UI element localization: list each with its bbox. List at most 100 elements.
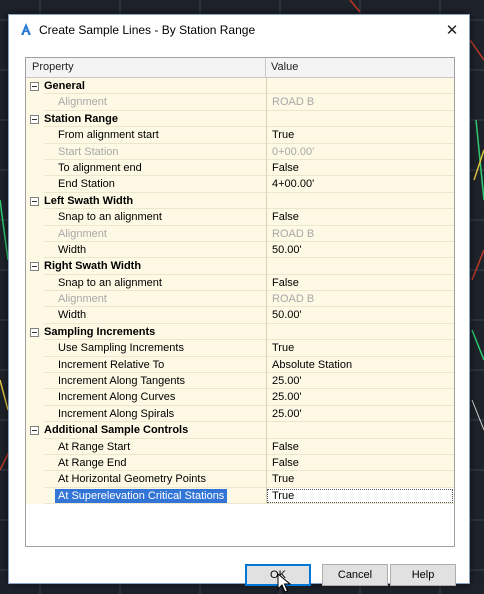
property-value[interactable]: 50.00' — [266, 307, 454, 324]
property-row[interactable]: Alignment ROAD B — [26, 225, 454, 242]
property-value: ROAD B — [266, 225, 454, 242]
property-name: Increment Along Spirals — [44, 405, 266, 423]
property-name: End Station — [44, 176, 266, 193]
property-value[interactable]: 50.00' — [266, 241, 454, 259]
property-row[interactable]: At Range End False — [26, 454, 454, 472]
property-name: Width — [44, 307, 266, 324]
window-title: Create Sample Lines - By Station Range — [39, 23, 256, 37]
property-name: Snap to an alignment — [44, 274, 266, 292]
property-name: Use Sampling Increments — [44, 340, 266, 357]
help-button[interactable]: Help — [390, 564, 456, 586]
row-gutter — [26, 110, 44, 128]
property-row[interactable]: Snap to an alignment False — [26, 209, 454, 226]
category-value-cell — [266, 192, 454, 210]
category-label: Station Range — [44, 110, 266, 128]
property-value[interactable]: Absolute Station — [266, 356, 454, 374]
mouse-cursor-icon — [277, 573, 291, 593]
row-gutter — [26, 274, 44, 292]
category-label: Additional Sample Controls — [44, 422, 266, 439]
property-value[interactable]: True — [266, 487, 454, 505]
property-row[interactable]: Alignment ROAD B — [26, 291, 454, 308]
row-gutter — [26, 389, 44, 406]
row-gutter — [26, 454, 44, 472]
property-value[interactable]: False — [266, 274, 454, 292]
property-row[interactable]: Alignment ROAD B — [26, 94, 454, 111]
property-category-row[interactable]: Station Range — [26, 110, 454, 128]
category-label: Right Swath Width — [44, 258, 266, 275]
collapse-minus-icon[interactable] — [30, 82, 39, 91]
property-row[interactable]: To alignment end False — [26, 159, 454, 177]
category-value-cell — [266, 422, 454, 439]
row-gutter — [26, 487, 44, 505]
property-row[interactable]: Use Sampling Increments True — [26, 340, 454, 357]
row-gutter — [26, 225, 44, 242]
property-row[interactable]: Width 50.00' — [26, 307, 454, 324]
property-value[interactable]: True — [266, 471, 454, 488]
collapse-minus-icon[interactable] — [30, 114, 39, 124]
property-name: Alignment — [44, 94, 266, 111]
create-sample-lines-dialog: Create Sample Lines - By Station Range ✕… — [8, 14, 470, 593]
property-row[interactable]: Start Station 0+00.00' — [26, 143, 454, 160]
row-gutter — [26, 209, 44, 226]
property-category-row[interactable]: General — [26, 78, 454, 95]
property-value[interactable]: False — [266, 438, 454, 455]
property-row[interactable]: At Range Start False — [26, 438, 454, 455]
property-row[interactable]: Increment Along Spirals 25.00' — [26, 405, 454, 423]
property-row[interactable]: At Horizontal Geometry Points True — [26, 471, 454, 488]
property-rows: General Alignment ROAD B Station Range From … — [26, 78, 454, 505]
row-gutter — [26, 176, 44, 193]
property-value[interactable]: False — [266, 454, 454, 472]
collapse-minus-icon[interactable] — [30, 196, 39, 206]
property-value[interactable]: 25.00' — [266, 373, 454, 390]
category-value-cell — [266, 110, 454, 128]
category-label: General — [44, 78, 266, 95]
property-category-row[interactable]: Left Swath Width — [26, 192, 454, 210]
property-row[interactable]: Increment Along Tangents 25.00' — [26, 373, 454, 390]
column-header-property[interactable]: Property — [26, 58, 266, 77]
row-gutter — [26, 159, 44, 177]
property-name: From alignment start — [44, 127, 266, 144]
collapse-minus-icon[interactable] — [30, 426, 39, 436]
property-value[interactable]: 25.00' — [266, 405, 454, 423]
property-name: Increment Along Curves — [44, 389, 266, 406]
category-value-cell — [266, 258, 454, 275]
property-row[interactable]: Snap to an alignment False — [26, 274, 454, 292]
property-value[interactable]: False — [266, 159, 454, 177]
property-value[interactable]: False — [266, 209, 454, 226]
collapse-minus-icon[interactable] — [30, 262, 39, 272]
property-row[interactable]: From alignment start True — [26, 127, 454, 144]
property-value[interactable]: True — [266, 340, 454, 357]
property-row[interactable]: End Station 4+00.00' — [26, 176, 454, 193]
column-header-value[interactable]: Value — [266, 58, 454, 77]
property-name: Width — [44, 241, 266, 259]
category-label: Sampling Increments — [44, 323, 266, 341]
property-category-row[interactable]: Sampling Increments — [26, 323, 454, 341]
property-category-row[interactable]: Additional Sample Controls — [26, 422, 454, 439]
row-gutter — [26, 471, 44, 488]
property-name: At Range End — [44, 454, 266, 472]
property-name: Alignment — [44, 291, 266, 308]
property-value[interactable]: 25.00' — [266, 389, 454, 406]
row-gutter — [26, 127, 44, 144]
row-gutter — [26, 192, 44, 210]
close-button[interactable]: ✕ — [435, 15, 469, 45]
property-category-row[interactable]: Right Swath Width — [26, 258, 454, 275]
property-name: At Horizontal Geometry Points — [44, 471, 266, 488]
property-row[interactable]: At Superelevation Critical Stations True — [26, 487, 454, 505]
collapse-minus-icon[interactable] — [30, 327, 39, 337]
row-gutter — [26, 422, 44, 439]
property-value[interactable]: 4+00.00' — [266, 176, 454, 193]
property-row[interactable]: Increment Along Curves 25.00' — [26, 389, 454, 406]
selected-property-name: At Superelevation Critical Stations — [55, 488, 228, 503]
close-icon: ✕ — [445, 22, 459, 39]
property-grid[interactable]: Property Value General Alignment ROAD B Sta… — [25, 57, 455, 547]
title-bar[interactable]: Create Sample Lines - By Station Range ✕ — [9, 15, 469, 45]
property-name: Start Station — [44, 143, 266, 160]
cancel-button[interactable]: Cancel — [322, 564, 388, 586]
row-gutter — [26, 405, 44, 423]
category-label: Left Swath Width — [44, 192, 266, 210]
row-gutter — [26, 356, 44, 374]
property-value[interactable]: True — [266, 127, 454, 144]
property-row[interactable]: Increment Relative To Absolute Station — [26, 356, 454, 374]
property-row[interactable]: Width 50.00' — [26, 241, 454, 259]
